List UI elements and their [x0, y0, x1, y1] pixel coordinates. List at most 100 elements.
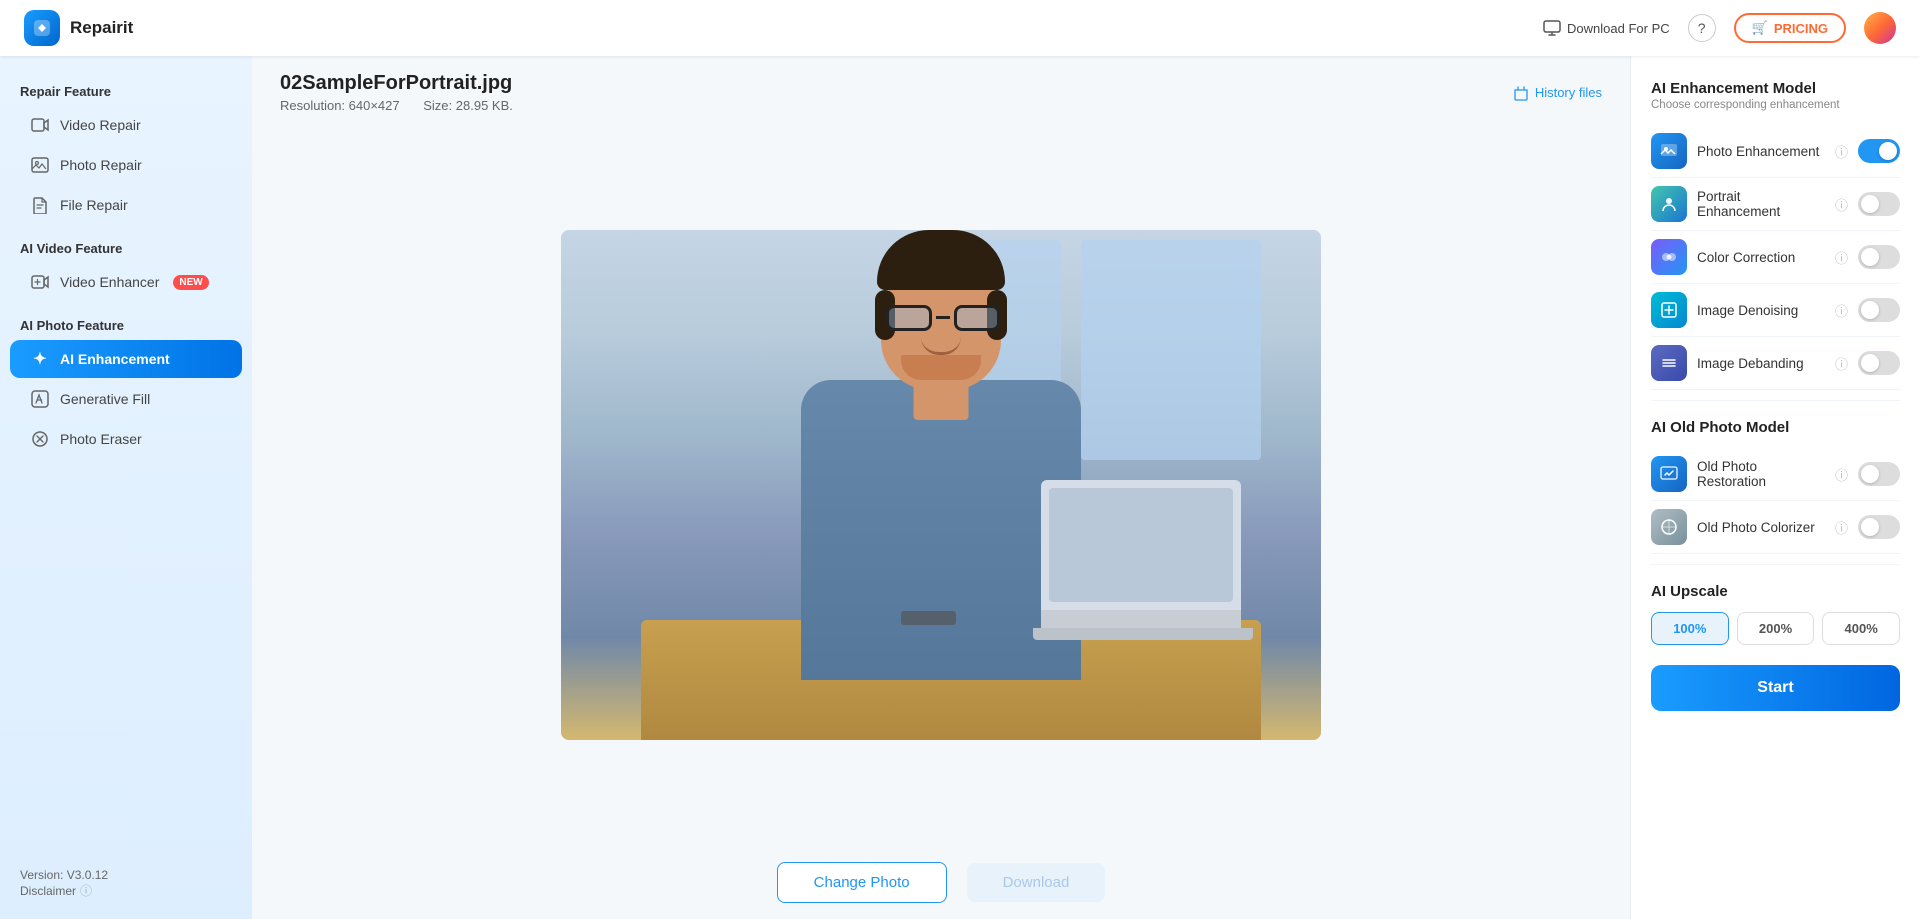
photo-enhancement-label: Photo Enhancement [1697, 144, 1823, 159]
start-button[interactable]: Start [1651, 665, 1900, 711]
image-denoising-icon [1651, 292, 1687, 328]
sidebar: Repair Feature Video Repair Photo Repair… [0, 56, 252, 919]
image-preview [561, 230, 1321, 740]
disclaimer-link[interactable]: Disclaimer ⓘ [20, 882, 232, 899]
file-header: 02SampleForPortrait.jpg Resolution: 640×… [252, 56, 1630, 123]
file-repair-icon [30, 195, 50, 215]
upscale-100-button[interactable]: 100% [1651, 612, 1729, 645]
portrait-enhancement-label: Portrait Enhancement [1697, 189, 1823, 219]
color-correction-toggle[interactable] [1858, 245, 1900, 269]
sidebar-item-photo-eraser[interactable]: Photo Eraser [10, 420, 242, 458]
logo-area: Repairit [24, 10, 133, 46]
support-button[interactable]: ? [1688, 14, 1716, 42]
toggle-row-portrait-enhancement: Portrait Enhancement ⓘ [1651, 178, 1900, 231]
photo-enhancement-info[interactable]: ⓘ [1835, 142, 1848, 161]
upscale-title: AI Upscale [1651, 583, 1900, 600]
photo-enhancement-icon [1651, 133, 1687, 169]
sidebar-item-label: File Repair [60, 197, 128, 213]
upscale-400-button[interactable]: 400% [1822, 612, 1900, 645]
window-bg [1081, 240, 1261, 460]
image-debanding-label: Image Debanding [1697, 356, 1823, 371]
file-info: 02SampleForPortrait.jpg Resolution: 640×… [280, 72, 533, 113]
sidebar-item-video-repair[interactable]: Video Repair [10, 106, 242, 144]
photo-eraser-icon [30, 429, 50, 449]
old-photo-model-title: AI Old Photo Model [1651, 419, 1900, 436]
toggle-row-image-denoising: Image Denoising ⓘ [1651, 284, 1900, 337]
photo-enhancement-toggle[interactable] [1858, 139, 1900, 163]
sidebar-item-generative-fill[interactable]: Generative Fill [10, 380, 242, 418]
old-photo-restoration-label: Old Photo Restoration [1697, 459, 1823, 489]
sidebar-bottom: Version: V3.0.12 Disclaimer ⓘ [0, 856, 252, 903]
laptop-lid [1041, 480, 1241, 630]
old-photo-colorizer-toggle[interactable] [1858, 515, 1900, 539]
portrait-enhancement-icon [1651, 186, 1687, 222]
toggle-row-old-photo-restoration: Old Photo Restoration ⓘ [1651, 448, 1900, 501]
upscale-options: 100% 200% 400% [1651, 612, 1900, 645]
sidebar-item-label: AI Enhancement [60, 351, 170, 367]
phone [901, 611, 956, 625]
enhancement-model-subtitle: Choose corresponding enhancement [1651, 99, 1900, 111]
version-label: Version: V3.0.12 [20, 868, 232, 882]
app-name: Repairit [70, 18, 133, 38]
image-denoising-toggle[interactable] [1858, 298, 1900, 322]
sidebar-item-label: Video Enhancer [60, 274, 159, 290]
download-pc-button[interactable]: Download For PC [1543, 19, 1670, 37]
history-files-label: History files [1535, 85, 1602, 100]
change-photo-button[interactable]: Change Photo [777, 862, 947, 903]
section-divider-2 [1651, 564, 1900, 565]
sidebar-item-video-enhancer[interactable]: Video Enhancer NEW [10, 263, 242, 301]
file-meta: Resolution: 640×427 Size: 28.95 KB. [280, 98, 533, 113]
sidebar-item-label: Video Repair [60, 117, 141, 133]
old-photo-colorizer-info[interactable]: ⓘ [1835, 518, 1848, 537]
monitor-icon [1543, 19, 1561, 37]
old-photo-restoration-toggle[interactable] [1858, 462, 1900, 486]
sidebar-item-ai-enhancement[interactable]: ✦ AI Enhancement [10, 340, 242, 378]
file-resolution: Resolution: 640×427 [280, 98, 400, 113]
topnav-right: Download For PC ? 🛒 PRICING [1543, 12, 1896, 44]
spacer [1651, 438, 1900, 448]
file-title: 02SampleForPortrait.jpg [280, 72, 533, 95]
laptop-base [1033, 628, 1253, 640]
image-preview-container [252, 123, 1630, 846]
download-button[interactable]: Download [967, 863, 1106, 902]
video-enhancer-icon [30, 272, 50, 292]
portrait-enhancement-info[interactable]: ⓘ [1835, 195, 1848, 214]
portrait-enhancement-toggle[interactable] [1858, 192, 1900, 216]
pricing-label: PRICING [1774, 21, 1828, 36]
photo-repair-icon [30, 155, 50, 175]
image-debanding-toggle[interactable] [1858, 351, 1900, 375]
toggle-row-color-correction: Color Correction ⓘ [1651, 231, 1900, 284]
image-debanding-info[interactable]: ⓘ [1835, 354, 1848, 373]
image-denoising-info[interactable]: ⓘ [1835, 301, 1848, 320]
beard [901, 355, 981, 380]
disclaimer-label: Disclaimer [20, 884, 76, 898]
bottom-bar: Change Photo Download [252, 846, 1630, 919]
sidebar-item-photo-repair[interactable]: Photo Repair [10, 146, 242, 184]
logo-icon [24, 10, 60, 46]
history-icon [1513, 85, 1529, 101]
file-size: Size: 28.95 KB. [423, 98, 513, 113]
user-avatar[interactable] [1864, 12, 1896, 44]
sidebar-item-label: Generative Fill [60, 391, 150, 407]
sidebar-item-label: Photo Repair [60, 157, 142, 173]
disclaimer-info-icon: ⓘ [80, 882, 92, 899]
image-denoising-label: Image Denoising [1697, 303, 1823, 318]
pricing-button[interactable]: 🛒 PRICING [1734, 13, 1846, 43]
toggle-row-old-photo-colorizer: Old Photo Colorizer ⓘ [1651, 501, 1900, 554]
sidebar-item-label: Photo Eraser [60, 431, 142, 447]
old-photo-colorizer-label: Old Photo Colorizer [1697, 520, 1823, 535]
new-badge: NEW [173, 275, 208, 290]
history-files-button[interactable]: History files [1513, 85, 1602, 101]
enhancement-model-title: AI Enhancement Model [1651, 80, 1900, 97]
old-photo-restoration-info[interactable]: ⓘ [1835, 465, 1848, 484]
repair-section-label: Repair Feature [0, 76, 252, 105]
color-correction-info[interactable]: ⓘ [1835, 248, 1848, 267]
old-photo-colorizer-icon [1651, 509, 1687, 545]
right-panel: AI Enhancement Model Choose correspondin… [1630, 56, 1920, 919]
ai-enhancement-icon: ✦ [30, 349, 50, 369]
generative-fill-icon [30, 389, 50, 409]
upscale-200-button[interactable]: 200% [1737, 612, 1815, 645]
color-correction-label: Color Correction [1697, 250, 1823, 265]
sidebar-item-file-repair[interactable]: File Repair [10, 186, 242, 224]
download-pc-label: Download For PC [1567, 21, 1670, 36]
